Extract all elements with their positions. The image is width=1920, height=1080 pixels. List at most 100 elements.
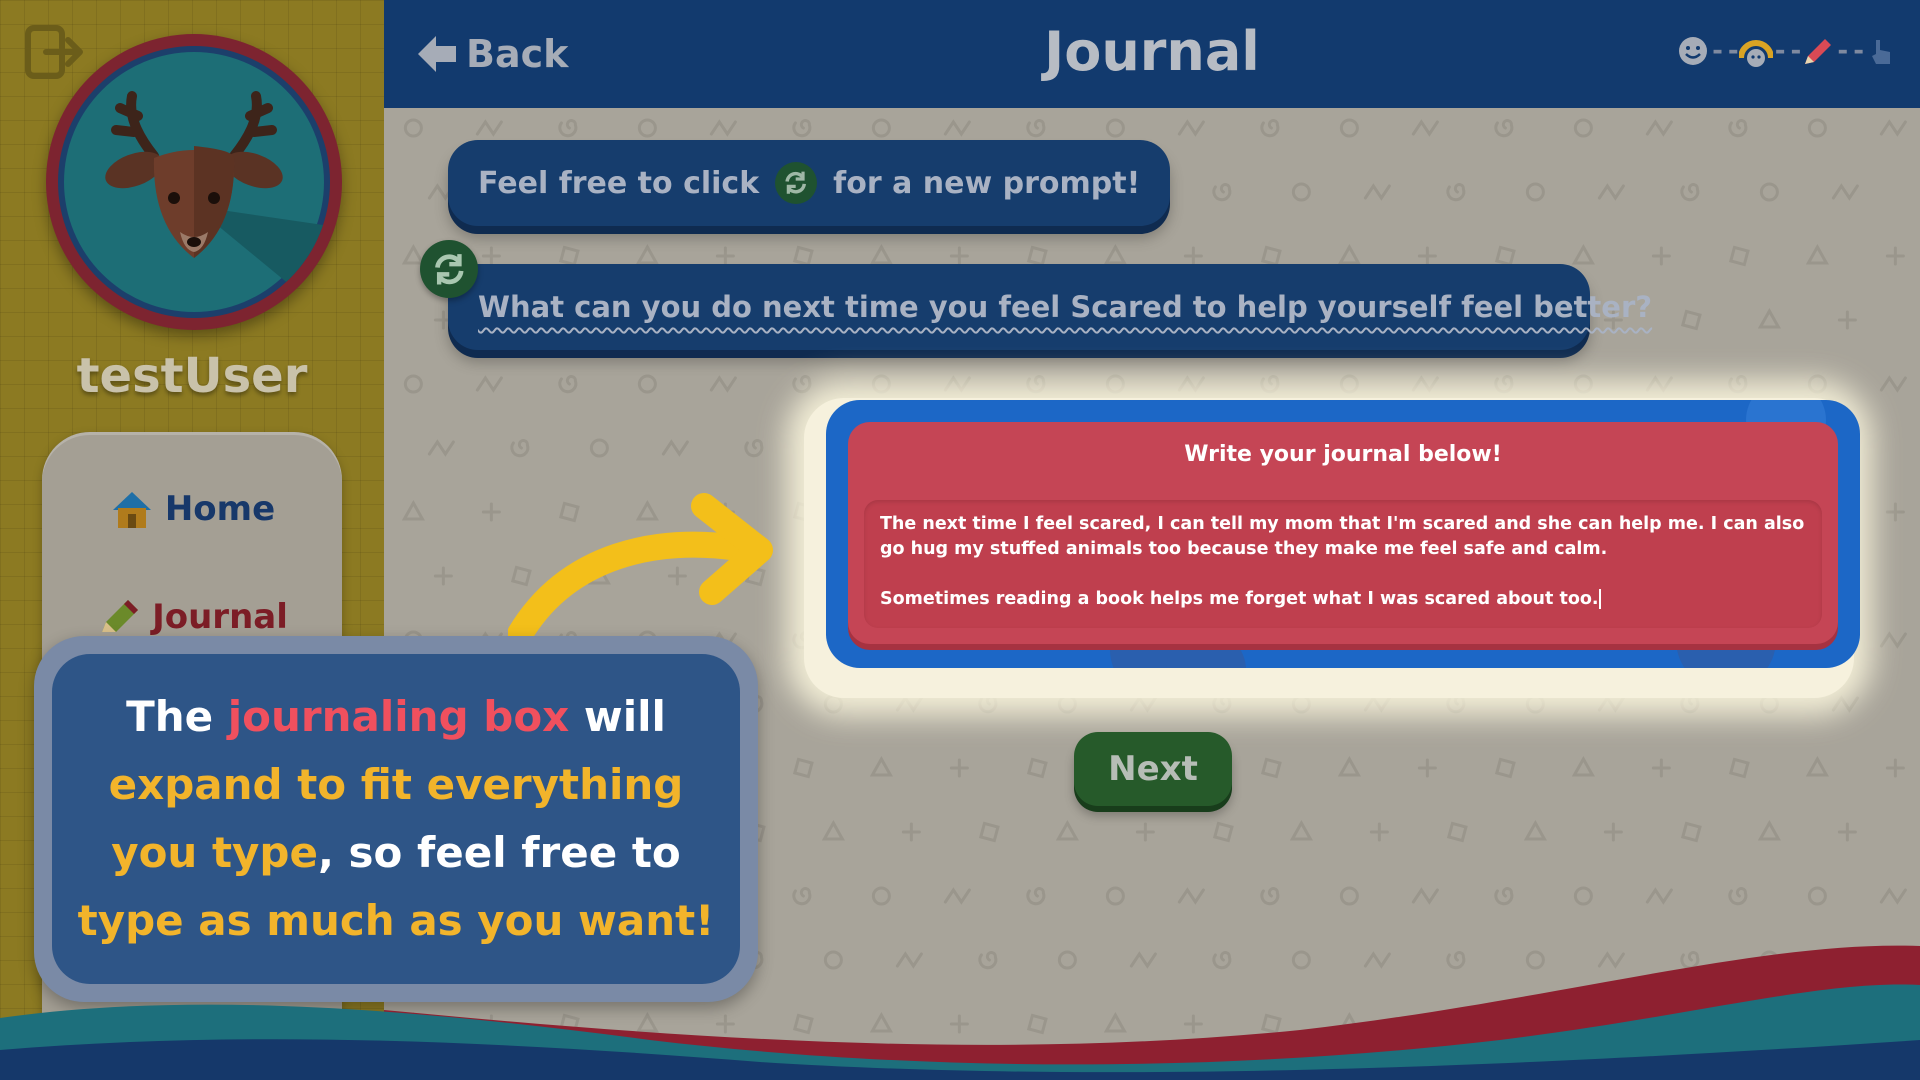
- pattern-doodle: [1603, 822, 1623, 842]
- pattern-doodle: [1026, 887, 1046, 906]
- pattern-doodle: [1645, 887, 1673, 905]
- pattern-doodle: [871, 886, 891, 906]
- pattern-doodle: [949, 246, 969, 266]
- new-prompt-button[interactable]: [420, 240, 478, 298]
- pattern-doodle: [871, 374, 891, 394]
- pattern-doodle: [1129, 951, 1157, 969]
- nav-home[interactable]: Home: [42, 488, 342, 530]
- pattern-doodle: [792, 245, 814, 267]
- pattern-doodle: [1805, 1011, 1829, 1033]
- pattern-doodle: [823, 950, 843, 970]
- pattern-doodle: [1879, 119, 1907, 137]
- pattern-doodle: [943, 887, 971, 905]
- pattern-doodle: [1807, 886, 1827, 906]
- tutorial-highlight-you-type: you type: [111, 828, 318, 877]
- pattern-doodle: [978, 821, 1000, 843]
- pattern-doodle: [637, 118, 657, 138]
- pencil-step-icon: [1805, 39, 1832, 64]
- pattern-doodle: [1291, 694, 1311, 714]
- pattern-doodle: [1805, 243, 1829, 265]
- pattern-doodle: [1680, 695, 1700, 714]
- pattern-doodle: [1757, 819, 1781, 841]
- pattern-doodle: [481, 502, 501, 522]
- pattern-doodle: [1337, 1011, 1361, 1033]
- refresh-icon: [434, 253, 464, 285]
- pattern-doodle: [1885, 758, 1905, 778]
- refresh-icon: [775, 162, 818, 204]
- pattern-doodle: [1597, 951, 1625, 969]
- pattern-doodle: [1446, 695, 1466, 714]
- pattern-doodle: [1055, 819, 1079, 841]
- pattern-doodle: [943, 119, 971, 137]
- pointer-icon: [1872, 40, 1890, 64]
- pattern-doodle: [1831, 951, 1859, 969]
- pattern-doodle: [1105, 374, 1125, 394]
- tutorial-text: The journaling box will expand to fit ev…: [78, 683, 715, 955]
- pattern-doodle: [895, 951, 923, 969]
- pattern-doodle: [901, 822, 921, 842]
- pattern-doodle: [1680, 821, 1702, 843]
- next-button[interactable]: Next: [1074, 732, 1232, 806]
- pattern-doodle: [401, 1011, 425, 1033]
- tutorial-highlight-type-much: type as much as you want!: [77, 896, 715, 945]
- pattern-doodle: [1879, 375, 1907, 393]
- pattern-doodle: [949, 1014, 969, 1034]
- pattern-doodle: [715, 1014, 735, 1034]
- pattern-doodle: [1525, 694, 1545, 714]
- pattern-doodle: [481, 246, 501, 266]
- pattern-doodle: [1571, 243, 1595, 265]
- tutorial-text-6: , so feel free to: [317, 828, 681, 877]
- hint-text-after: for a new prompt!: [833, 165, 1141, 201]
- pattern-doodle: [1728, 757, 1750, 779]
- pattern-doodle: [869, 243, 893, 265]
- pattern-doodle: [1057, 694, 1077, 714]
- logout-icon[interactable]: [24, 24, 84, 80]
- pattern-doodle: [1026, 375, 1046, 394]
- pattern-doodle: [1571, 1011, 1595, 1033]
- pattern-doodle: [1177, 119, 1205, 137]
- smiley-icon: [1679, 37, 1708, 65]
- text-caret: [1598, 589, 1601, 609]
- nav-journal[interactable]: Journal: [42, 596, 342, 638]
- pattern-doodle: [1759, 950, 1779, 970]
- pattern-doodle: [978, 951, 998, 970]
- pattern-doodle: [1597, 695, 1625, 713]
- pattern-doodle: [661, 439, 689, 457]
- progress-dash: - -: [1837, 36, 1864, 66]
- pattern-doodle: [792, 1013, 814, 1035]
- home-icon: [112, 492, 151, 528]
- pattern-doodle: [1363, 951, 1391, 969]
- pattern-doodle: [1759, 182, 1779, 202]
- pattern-doodle: [709, 375, 737, 393]
- pattern-doodle: [635, 243, 659, 265]
- pattern-doodle: [1573, 374, 1593, 394]
- pattern-doodle: [895, 695, 923, 713]
- pattern-doodle: [1446, 821, 1468, 843]
- pattern-doodle: [481, 1014, 501, 1034]
- nav-journal-label: Journal: [152, 597, 288, 637]
- pattern-doodle: [1339, 886, 1359, 906]
- pattern-doodle: [1260, 375, 1280, 394]
- pattern-doodle: [1177, 887, 1205, 905]
- pattern-doodle: [1363, 695, 1391, 713]
- pattern-doodle: [1446, 183, 1466, 202]
- journal-textarea[interactable]: The next time I feel scared, I can tell …: [864, 500, 1822, 628]
- pattern-doodle: [1879, 631, 1907, 649]
- pattern-doodle: [635, 1011, 659, 1033]
- pattern-doodle: [1805, 755, 1829, 777]
- pattern-doodle: [1807, 118, 1827, 138]
- pattern-doodle: [1651, 758, 1671, 778]
- pattern-doodle: [943, 375, 971, 393]
- avatar: [46, 34, 342, 330]
- pattern-doodle: [1260, 119, 1280, 138]
- pattern-doodle: [1212, 951, 1232, 970]
- pattern-doodle: [1212, 183, 1232, 202]
- pattern-doodle: [1728, 119, 1748, 138]
- pattern-doodle: [1026, 245, 1048, 267]
- pattern-doodle: [1494, 119, 1514, 138]
- pattern-doodle: [1212, 821, 1234, 843]
- rainbow-face-icon: [1738, 40, 1773, 67]
- deer-avatar-icon: [64, 52, 330, 318]
- progress-dash: - -: [1712, 36, 1739, 66]
- tutorial-highlight-expand: expand to fit everything: [108, 760, 684, 809]
